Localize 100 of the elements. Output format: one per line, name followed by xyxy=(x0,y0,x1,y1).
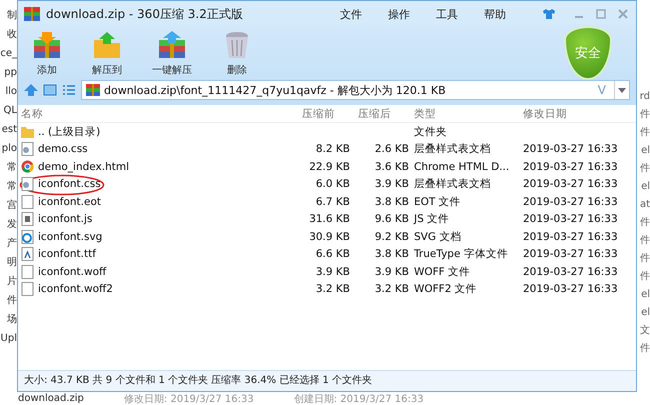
file-name[interactable]: iconfont.svg xyxy=(18,230,294,244)
table-cell-text: 2019-03-27 16:33 xyxy=(522,213,619,226)
background-text: 件 xyxy=(639,234,650,248)
background-text: 常 xyxy=(6,160,17,175)
table-cell-text: 2.6 KB xyxy=(374,143,409,156)
background-text: el xyxy=(640,306,650,320)
background-text: llo xyxy=(4,85,17,99)
table-cell-text: 9.6 KB xyxy=(374,213,409,226)
background-text: 件 xyxy=(639,270,650,284)
file-name[interactable]: iconfont.woff xyxy=(18,264,294,279)
table-cell-text: JS 文件 xyxy=(412,212,450,226)
table-cell-text: 3.9 KB xyxy=(314,266,350,278)
table-cell-text: 3.2 KB xyxy=(314,283,350,296)
background-text: QL xyxy=(2,104,17,118)
font-file-icon xyxy=(21,247,34,262)
table-cell-text: 9.2 KB xyxy=(374,230,409,243)
background-text: Upl xyxy=(0,332,17,346)
toolbar-button[interactable]: 删除 xyxy=(218,30,256,76)
background-text: est xyxy=(0,123,17,137)
column-header[interactable]: 类型 xyxy=(409,106,517,120)
file-name[interactable]: iconfont.css xyxy=(18,177,294,192)
menu-item[interactable]: 文件 xyxy=(340,6,362,22)
file-name[interactable]: iconfont.js xyxy=(18,212,294,226)
table-cell-text: 2019-03-27 16:33 xyxy=(522,248,619,260)
address-field[interactable]: download.zip\font_1111427_q7yu1qavfz - 解包大小为 120.1 KB V xyxy=(81,80,630,100)
table-cell-text: 2019-03-27 16:33 xyxy=(522,230,619,243)
background-text: ce_ xyxy=(0,47,17,61)
background-text: 修改日期: 2019/3/27 16:33 xyxy=(124,392,254,405)
table-cell-text: 2019-03-27 16:33 xyxy=(522,160,619,173)
background-text: plo xyxy=(0,142,17,156)
background-text: 件 xyxy=(639,108,650,122)
table-cell-text: WOFF 文件 xyxy=(413,264,472,279)
file-name[interactable]: iconfont.woff2 xyxy=(18,282,294,296)
table-cell-text: 6.7 KB xyxy=(314,196,350,208)
background-text: 件 xyxy=(639,252,650,266)
file-name[interactable]: demo.css xyxy=(18,142,294,156)
table-cell-text: 31.6 KB xyxy=(308,213,350,226)
table-cell-text: 层叠样式表文档 xyxy=(413,177,492,192)
table-cell-text: 2019-03-27 16:33 xyxy=(522,143,619,156)
file-name[interactable]: iconfont.ttf xyxy=(18,247,294,262)
dropdown-icon[interactable] xyxy=(614,81,629,99)
background-text: 件 xyxy=(639,342,650,356)
background-text: 明 xyxy=(6,256,17,270)
folder-icon xyxy=(21,126,34,138)
table-cell-text: 3.6 KB xyxy=(374,160,409,173)
archive-icon xyxy=(157,30,187,60)
background-text: 宫 xyxy=(6,198,17,213)
archive-icon xyxy=(32,30,62,60)
file-name[interactable]: demo_index.html xyxy=(18,160,294,174)
table-cell-text: 3.2 KB xyxy=(374,283,409,296)
menu-item[interactable]: 操作 xyxy=(388,6,410,22)
column-header[interactable]: 名称 xyxy=(18,106,294,120)
table-cell-text: 2019-03-27 16:33 xyxy=(522,266,619,278)
column-header[interactable]: 压缩后 xyxy=(350,106,409,120)
toolbar-button[interactable]: 添加 xyxy=(28,30,66,76)
table-cell-text: 30.9 KB xyxy=(308,230,350,243)
toolbar-button[interactable]: 一键解压 xyxy=(148,30,196,76)
file-name[interactable]: iconfont.eot xyxy=(18,194,294,209)
close-icon[interactable] xyxy=(616,8,630,20)
window-title: download.zip - 360压缩 3.2正式版 xyxy=(46,6,243,22)
maximize-icon[interactable] xyxy=(594,8,608,20)
blank-file-icon xyxy=(21,282,34,296)
background-text: el xyxy=(640,144,650,158)
menu-item[interactable]: 帮助 xyxy=(484,6,506,22)
background-text: 制 xyxy=(6,8,17,23)
table-cell-text: 3.8 KB xyxy=(374,196,409,208)
background-text: 件 xyxy=(639,126,650,140)
script-file-icon xyxy=(21,212,34,226)
background-text: pp xyxy=(3,66,17,80)
table-cell-text: SVG 文档 xyxy=(413,230,462,244)
table-cell-text: 文件夹 xyxy=(413,124,448,139)
large-view-icon[interactable] xyxy=(43,84,57,96)
browser-icon xyxy=(21,160,34,174)
background-text: 文 xyxy=(639,324,650,338)
background-text: 产 xyxy=(6,236,17,251)
table-cell-text: TrueType 字体文件 xyxy=(413,247,509,262)
table-cell-text: 2019-03-27 16:33 xyxy=(522,283,619,296)
toolbar-button[interactable]: 解压到 xyxy=(88,30,126,76)
shirt-icon[interactable] xyxy=(542,8,556,20)
background-text: 常 xyxy=(6,180,17,194)
table-cell-text: 8.2 KB xyxy=(314,143,350,156)
menu-item[interactable]: 工具 xyxy=(436,6,458,22)
document-gear-icon xyxy=(21,142,34,156)
table-cell-text: 6.6 KB xyxy=(314,248,350,260)
background-text: 件 xyxy=(639,216,650,230)
column-header[interactable]: 压缩前 xyxy=(294,106,350,120)
archive-icon xyxy=(86,84,100,96)
blank-file-icon xyxy=(21,194,34,209)
archive-icon xyxy=(24,7,40,21)
background-text: 片 xyxy=(6,274,17,289)
background-text: rd xyxy=(638,90,650,104)
table-cell-text: 3.8 KB xyxy=(374,248,409,260)
file-name[interactable]: .. (上级目录) xyxy=(18,124,294,139)
list-view-icon[interactable] xyxy=(62,84,76,96)
table-cell-text: 3.9 KB xyxy=(374,178,409,190)
table-cell-text: 2019-03-27 16:33 xyxy=(522,196,619,208)
status-bar: 大小: 43.7 KB 共 9 个文件和 1 个文件夹 压缩率 36.4% 已经选择 1 个文件夹 xyxy=(18,370,636,391)
background-text: 创建日期: 2019/3/27 16:33 xyxy=(294,392,424,405)
column-header[interactable]: 修改日期 xyxy=(517,106,627,120)
up-arrow-icon[interactable] xyxy=(24,84,38,96)
